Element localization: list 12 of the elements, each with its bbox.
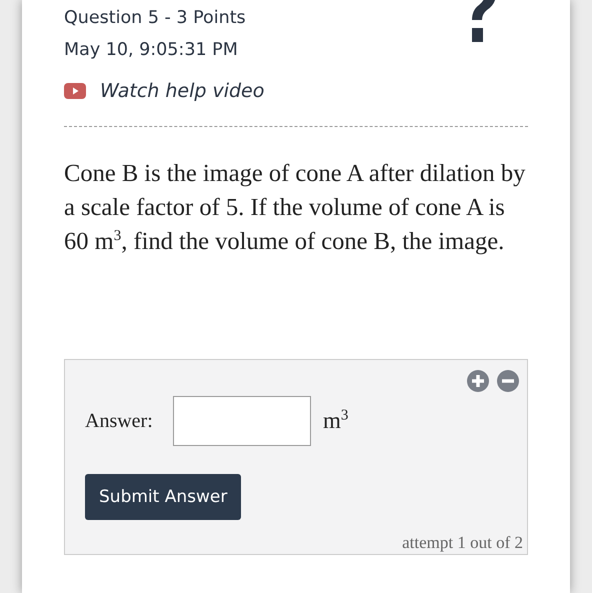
plus-icon[interactable] [467,370,489,392]
attempt-counter: attempt 1 out of 2 [402,533,523,553]
question-title: Question 5 - 3 Points [64,7,246,30]
video-play-icon [64,83,86,99]
minus-icon[interactable] [497,370,519,392]
question-text: Cone B is the image of cone A after dilation by a scale factor of 5. If the volume of cone A is 60 m$^{3}$, find the volume of cone B, the image. [64,159,526,257]
answer-label: Answer: [85,410,154,432]
unit-label: m$^{3}$ [323,408,348,434]
timestamp: May 10, 9:05:31 PM [64,39,238,62]
help-video-link[interactable]: Watch help video [64,80,264,102]
submit-button[interactable]: Submit Answer [85,474,242,520]
answer-field[interactable] [173,396,311,446]
